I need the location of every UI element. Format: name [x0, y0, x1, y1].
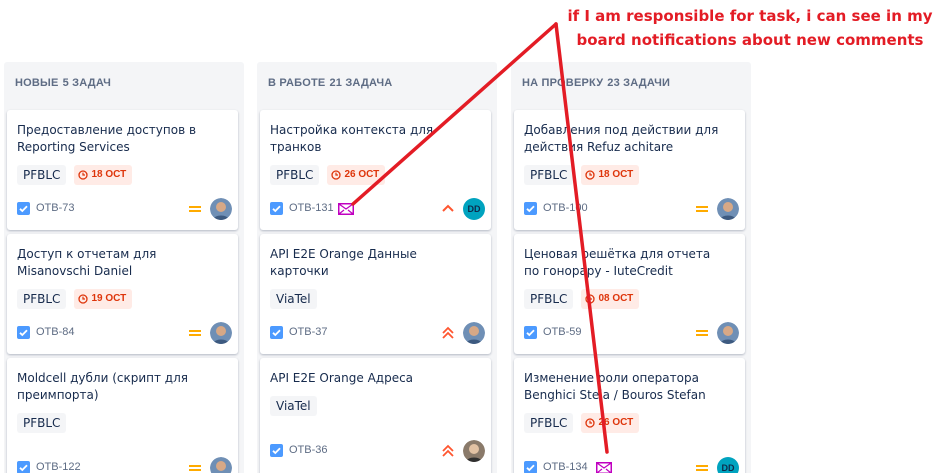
task-card[interactable]: Изменение роли оператора Benghici Stela … — [514, 358, 745, 473]
clock-icon — [585, 418, 596, 428]
column-title: НОВЫЕ — [15, 77, 59, 89]
issue-key[interactable]: ОТВ-131 — [289, 202, 334, 214]
task-card[interactable]: Moldcell дубли (скрипт для преимпорта) P… — [7, 358, 238, 473]
assignee-avatar[interactable] — [717, 322, 739, 344]
priority-medium-icon — [696, 330, 708, 336]
issue-key[interactable]: ОТВ-59 — [543, 326, 582, 338]
project-tag: PFBLC — [524, 413, 574, 433]
column-title: В РАБОТЕ — [268, 77, 326, 89]
assignee-avatar[interactable]: DD — [717, 457, 739, 473]
issue-key[interactable]: ОТВ-134 — [543, 461, 588, 473]
task-type-icon — [524, 326, 537, 339]
priority-medium-icon — [189, 465, 201, 471]
task-type-icon — [524, 202, 537, 215]
due-date-badge: 18 ОСТ — [581, 165, 640, 185]
card-title: Ценовая решётка для отчета по гонорару -… — [524, 247, 711, 278]
card-title: Изменение роли оператора Benghici Stela … — [524, 371, 706, 402]
priority-high-icon — [442, 204, 454, 212]
clock-icon — [585, 170, 596, 180]
assignee-avatar[interactable] — [210, 198, 232, 220]
clock-icon — [585, 294, 596, 304]
card-title: Доступ к отчетам для Misanovschi Daniel — [17, 247, 157, 278]
task-type-icon — [524, 461, 537, 473]
task-card[interactable]: Добавления под действии для действия Ref… — [514, 110, 745, 230]
due-date-badge: 19 ОСТ — [74, 289, 133, 309]
due-date-text: 26 ОСТ — [344, 169, 380, 180]
project-tag: ViaTel — [270, 396, 317, 416]
task-card[interactable]: API E2E Orange Данные карточки ViaTel ОТ… — [260, 234, 491, 354]
due-date-text: 08 ОСТ — [598, 293, 634, 304]
due-date-text: 18 ОСТ — [91, 169, 127, 180]
task-card[interactable]: Доступ к отчетам для Misanovschi Daniel … — [7, 234, 238, 354]
annotation-line: if I am responsible for task, i can see … — [567, 7, 933, 25]
project-tag: PFBLC — [17, 165, 67, 185]
clock-icon — [331, 170, 342, 180]
card-title: Предоставление доступов в Reporting Serv… — [17, 123, 197, 154]
issue-key[interactable]: ОТВ-37 — [289, 326, 328, 338]
issue-key[interactable]: ОТВ-73 — [36, 202, 75, 214]
task-card[interactable]: Настройка контекста для транков PFBLC 26… — [260, 110, 491, 230]
priority-highest-icon — [442, 444, 454, 457]
priority-medium-icon — [189, 206, 201, 212]
column-title: НА ПРОВЕРКУ — [522, 77, 604, 89]
clock-icon — [78, 170, 89, 180]
task-type-icon — [270, 444, 283, 457]
project-tag: PFBLC — [524, 289, 574, 309]
due-date-text: 18 ОСТ — [598, 169, 634, 180]
due-date-badge: 26 ОСТ — [327, 165, 386, 185]
mail-icon[interactable] — [338, 203, 354, 215]
column-count: 21 ЗАДАЧА — [329, 77, 393, 89]
card-title: API E2E Orange Адреса — [270, 371, 414, 385]
column-header: НОВЫЕ 5 ЗАДАЧ — [4, 62, 244, 104]
issue-key[interactable]: ОТВ-36 — [289, 444, 328, 456]
priority-medium-icon — [696, 206, 708, 212]
card-title: Добавления под действии для действия Ref… — [524, 123, 719, 154]
task-type-icon — [17, 202, 30, 215]
column-count: 5 ЗАДАЧ — [62, 77, 112, 89]
task-card[interactable]: Ценовая решётка для отчета по гонорару -… — [514, 234, 745, 354]
mail-icon[interactable] — [596, 462, 612, 473]
due-date-text: 19 ОСТ — [91, 293, 127, 304]
task-type-icon — [17, 326, 30, 339]
project-tag: PFBLC — [17, 289, 67, 309]
column-count: 23 ЗАДАЧИ — [607, 77, 671, 89]
priority-highest-icon — [442, 326, 454, 339]
annotation-note: if I am responsible for task, i can see … — [558, 4, 942, 52]
issue-key[interactable]: ОТВ-84 — [36, 326, 75, 338]
due-date-badge: 08 ОСТ — [581, 289, 640, 309]
due-date-badge: 26 ОСТ — [581, 413, 640, 433]
card-title: Moldcell дубли (скрипт для преимпорта) — [17, 371, 188, 402]
task-type-icon — [17, 461, 30, 473]
issue-key[interactable]: ОТВ-100 — [543, 202, 588, 214]
column-in-progress: В РАБОТЕ 21 ЗАДАЧА Настройка контекста дл… — [257, 62, 497, 473]
card-title: Настройка контекста для транков — [270, 123, 434, 154]
assignee-avatar[interactable] — [210, 457, 232, 473]
assignee-avatar[interactable] — [210, 322, 232, 344]
task-type-icon — [270, 326, 283, 339]
card-title: API E2E Orange Данные карточки — [270, 247, 417, 278]
task-card[interactable]: Предоставление доступов в Reporting Serv… — [7, 110, 238, 230]
task-type-icon — [270, 202, 283, 215]
column-new: НОВЫЕ 5 ЗАДАЧ Предоставление доступов в R… — [4, 62, 244, 473]
project-tag: ViaTel — [270, 289, 317, 309]
annotation-line: board notifications about new comments — [576, 31, 924, 49]
project-tag: PFBLC — [17, 413, 67, 433]
clock-icon — [78, 294, 89, 304]
assignee-avatar[interactable] — [463, 440, 485, 462]
column-header: НА ПРОВЕРКУ 23 ЗАДАЧИ — [511, 62, 751, 104]
priority-medium-icon — [696, 465, 708, 471]
project-tag: PFBLC — [524, 165, 574, 185]
due-date-text: 26 ОСТ — [598, 417, 634, 428]
column-header: В РАБОТЕ 21 ЗАДАЧА — [257, 62, 497, 104]
task-card[interactable]: API E2E Orange Адреса ViaTel ОТВ-36 — [260, 358, 491, 473]
assignee-avatar[interactable]: DD — [463, 198, 485, 220]
issue-key[interactable]: ОТВ-122 — [36, 461, 81, 473]
priority-medium-icon — [189, 330, 201, 336]
assignee-avatar[interactable] — [717, 198, 739, 220]
project-tag: PFBLC — [270, 165, 320, 185]
column-review: НА ПРОВЕРКУ 23 ЗАДАЧИ Добавления под дейс… — [511, 62, 751, 473]
assignee-avatar[interactable] — [463, 322, 485, 344]
due-date-badge: 18 ОСТ — [74, 165, 133, 185]
